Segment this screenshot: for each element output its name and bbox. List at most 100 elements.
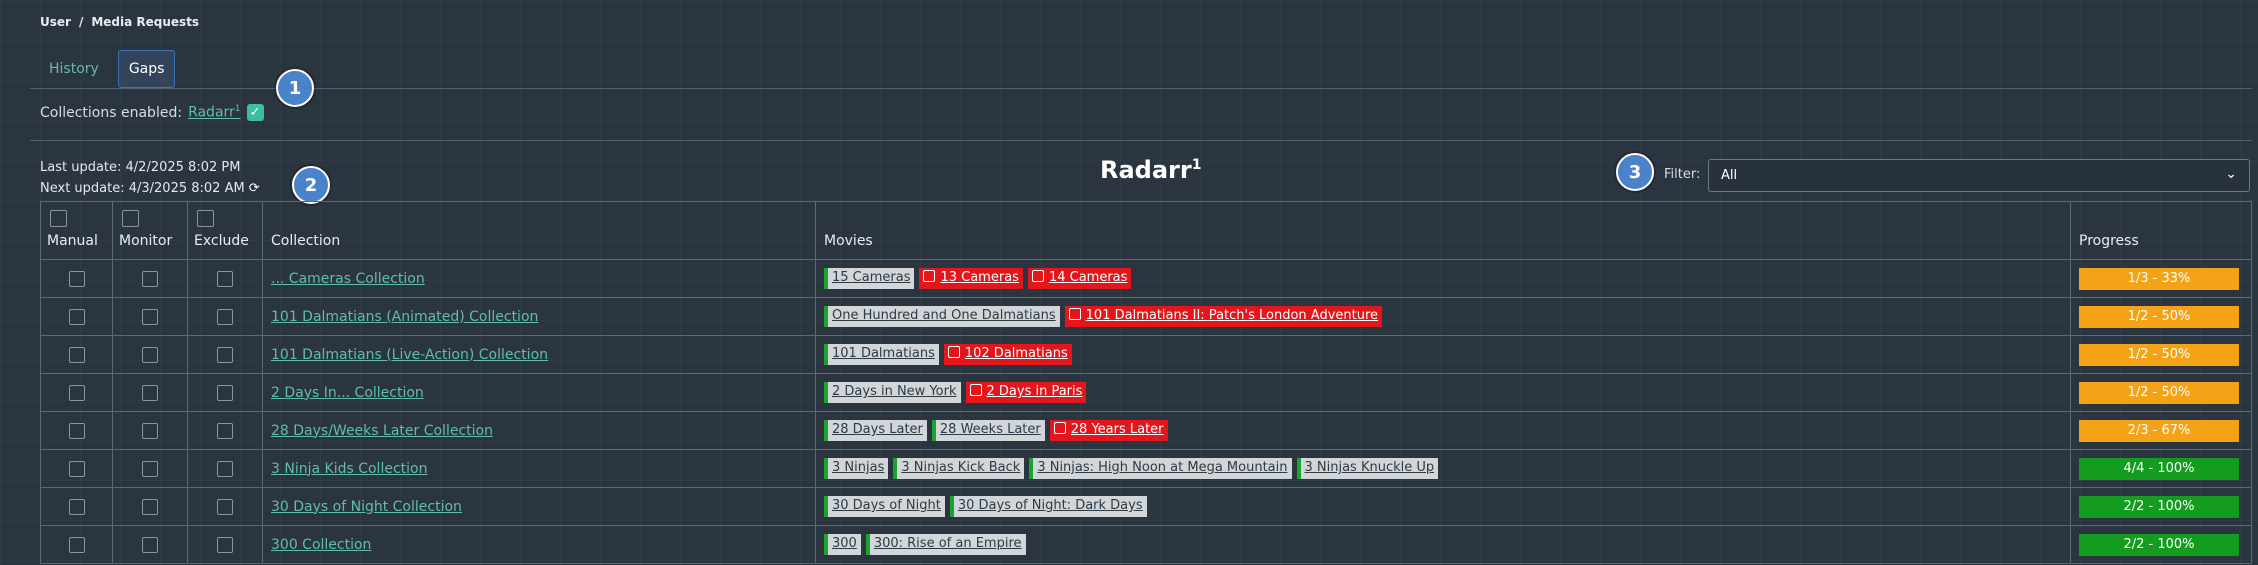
movie-chip-available[interactable]: 300: Rise of an Empire [865,534,1026,555]
last-update: Last update: 4/2/2025 8:02 PM [40,160,241,175]
request-checkbox[interactable] [1068,308,1081,320]
movies-cell: 3 Ninjas 3 Ninjas Kick Back 3 Ninjas: High… [815,449,2071,488]
request-checkbox[interactable] [1053,422,1066,434]
movie-chip-available[interactable]: 300 [824,534,861,555]
monitor-cell [112,487,188,526]
movie-chip-missing[interactable]: 13 Cameras [919,268,1023,289]
movie-title: One Hundred and One Dalmatians [832,308,1056,323]
progress-cell: 2/2 - 100% [2070,487,2252,526]
movie-title: 28 Weeks Later [939,422,1041,437]
breadcrumb-separator: / [78,15,84,29]
monitor-checkbox[interactable] [142,422,158,439]
filter-select[interactable]: All ⌄ [1708,159,2250,192]
manual-checkbox[interactable] [68,460,85,477]
movie-chip-available[interactable]: 101 Dalmatians [824,344,939,365]
progress-badge: 2/3 - 67% [2079,419,2239,442]
breadcrumb-current: Media Requests [91,15,200,29]
collection-link[interactable]: 28 Days/Weeks Later Collection [271,423,493,439]
movie-title: 101 Dalmatians [832,346,935,361]
movie-chip-missing[interactable]: 14 Cameras [1027,268,1132,289]
manual-checkbox[interactable] [68,498,85,515]
exclude-checkbox[interactable] [217,308,233,325]
collection-link[interactable]: ... Cameras Collection [271,271,425,287]
manual-cell [40,297,113,336]
movie-title: 2 Days in Paris [986,384,1083,399]
movie-chip-available[interactable]: 28 Weeks Later [931,420,1045,441]
callout-badge-1: 1 [276,69,314,107]
monitor-checkbox[interactable] [142,346,158,363]
select-all-exclude-checkbox[interactable] [197,210,214,227]
request-checkbox[interactable] [1031,270,1044,282]
movie-chip-available[interactable]: One Hundred and One Dalmatians [824,306,1060,327]
collection-cell: 101 Dalmatians (Animated) Collection [262,297,816,336]
manual-checkbox[interactable] [68,384,85,401]
movies-cell: 101 Dalmatians 102 Dalmatians [815,335,2071,374]
exclude-checkbox[interactable] [217,460,233,477]
exclude-cell [187,525,263,564]
collections-enabled-checkbox[interactable]: ✓ [246,104,264,121]
request-checkbox[interactable] [947,346,960,358]
exclude-cell [187,373,263,412]
monitor-checkbox[interactable] [142,308,158,325]
movie-chip-available[interactable]: 3 Ninjas: High Noon at Mega Mountain [1029,458,1292,479]
collection-link[interactable]: 30 Days of Night Collection [271,499,462,515]
monitor-checkbox[interactable] [142,498,158,515]
collections-radarr-link[interactable]: Radarr1 [188,104,240,121]
manual-checkbox[interactable] [68,308,85,325]
progress-cell: 2/3 - 67% [2070,411,2252,450]
movie-chip-missing[interactable]: 101 Dalmatians II: Patch's London Advent… [1064,306,1383,327]
movie-title: 28 Days Later [832,422,923,437]
exclude-checkbox[interactable] [217,498,233,515]
manual-checkbox[interactable] [68,270,85,287]
movie-title: 15 Cameras [832,270,911,285]
table-row: 300 Collection 300 300: Rise of an Empire 2… [40,525,2252,564]
movie-chip-available[interactable]: 28 Days Later [824,420,927,441]
exclude-checkbox[interactable] [217,536,233,553]
table-row: 2 Days In... Collection 2 Days in New Yor… [40,373,2252,412]
monitor-checkbox[interactable] [142,270,158,287]
exclude-checkbox[interactable] [217,270,233,287]
tab-history[interactable]: History [38,50,110,88]
movie-chip-missing[interactable]: 102 Dalmatians [943,344,1072,365]
movie-chip-available[interactable]: 3 Ninjas [824,458,889,479]
movie-chip-available[interactable]: 2 Days in New York [824,382,961,403]
movie-chip-available[interactable]: 15 Cameras [824,268,915,289]
progress-cell: 1/2 - 50% [2070,335,2252,374]
progress-badge: 1/2 - 50% [2079,343,2239,366]
breadcrumb-user[interactable]: User [40,15,71,29]
manual-checkbox[interactable] [68,536,85,553]
movie-chip-available[interactable]: 30 Days of Night: Dark Days [949,496,1147,517]
manual-cell [40,259,113,298]
collection-link[interactable]: 2 Days In... Collection [271,385,424,401]
chevron-down-icon: ⌄ [2225,166,2237,182]
movie-chip-available[interactable]: 3 Ninjas Kick Back [893,458,1025,479]
exclude-checkbox[interactable] [217,346,233,363]
exclude-checkbox[interactable] [217,422,233,439]
movie-title: 3 Ninjas [832,460,885,475]
exclude-checkbox[interactable] [217,384,233,401]
movie-chip-available[interactable]: 30 Days of Night [824,496,945,517]
monitor-checkbox[interactable] [142,384,158,401]
collection-link[interactable]: 101 Dalmatians (Animated) Collection [271,309,538,325]
request-checkbox[interactable] [969,384,982,396]
request-checkbox[interactable] [923,270,936,282]
collection-link[interactable]: 101 Dalmatians (Live-Action) Collection [271,347,548,363]
collections-label: Collections enabled: [40,104,183,121]
movie-title: 14 Cameras [1048,270,1128,285]
refresh-icon[interactable]: ⟳ [249,181,260,196]
collection-link[interactable]: 3 Ninja Kids Collection [271,461,427,477]
manual-cell [40,525,113,564]
manual-checkbox[interactable] [68,346,85,363]
movies-cell: 2 Days in New York 2 Days in Paris [815,373,2071,412]
monitor-cell [112,411,188,450]
collection-link[interactable]: 300 Collection [271,537,371,553]
monitor-checkbox[interactable] [142,536,158,553]
select-all-manual-checkbox[interactable] [50,210,67,227]
movie-chip-available[interactable]: 3 Ninjas Knuckle Up [1296,458,1439,479]
select-all-monitor-checkbox[interactable] [122,210,139,227]
manual-checkbox[interactable] [68,422,85,439]
tab-gaps[interactable]: Gaps [117,50,176,88]
monitor-checkbox[interactable] [142,460,158,477]
movie-chip-missing[interactable]: 2 Days in Paris [965,382,1087,403]
movie-chip-missing[interactable]: 28 Years Later [1049,420,1168,441]
